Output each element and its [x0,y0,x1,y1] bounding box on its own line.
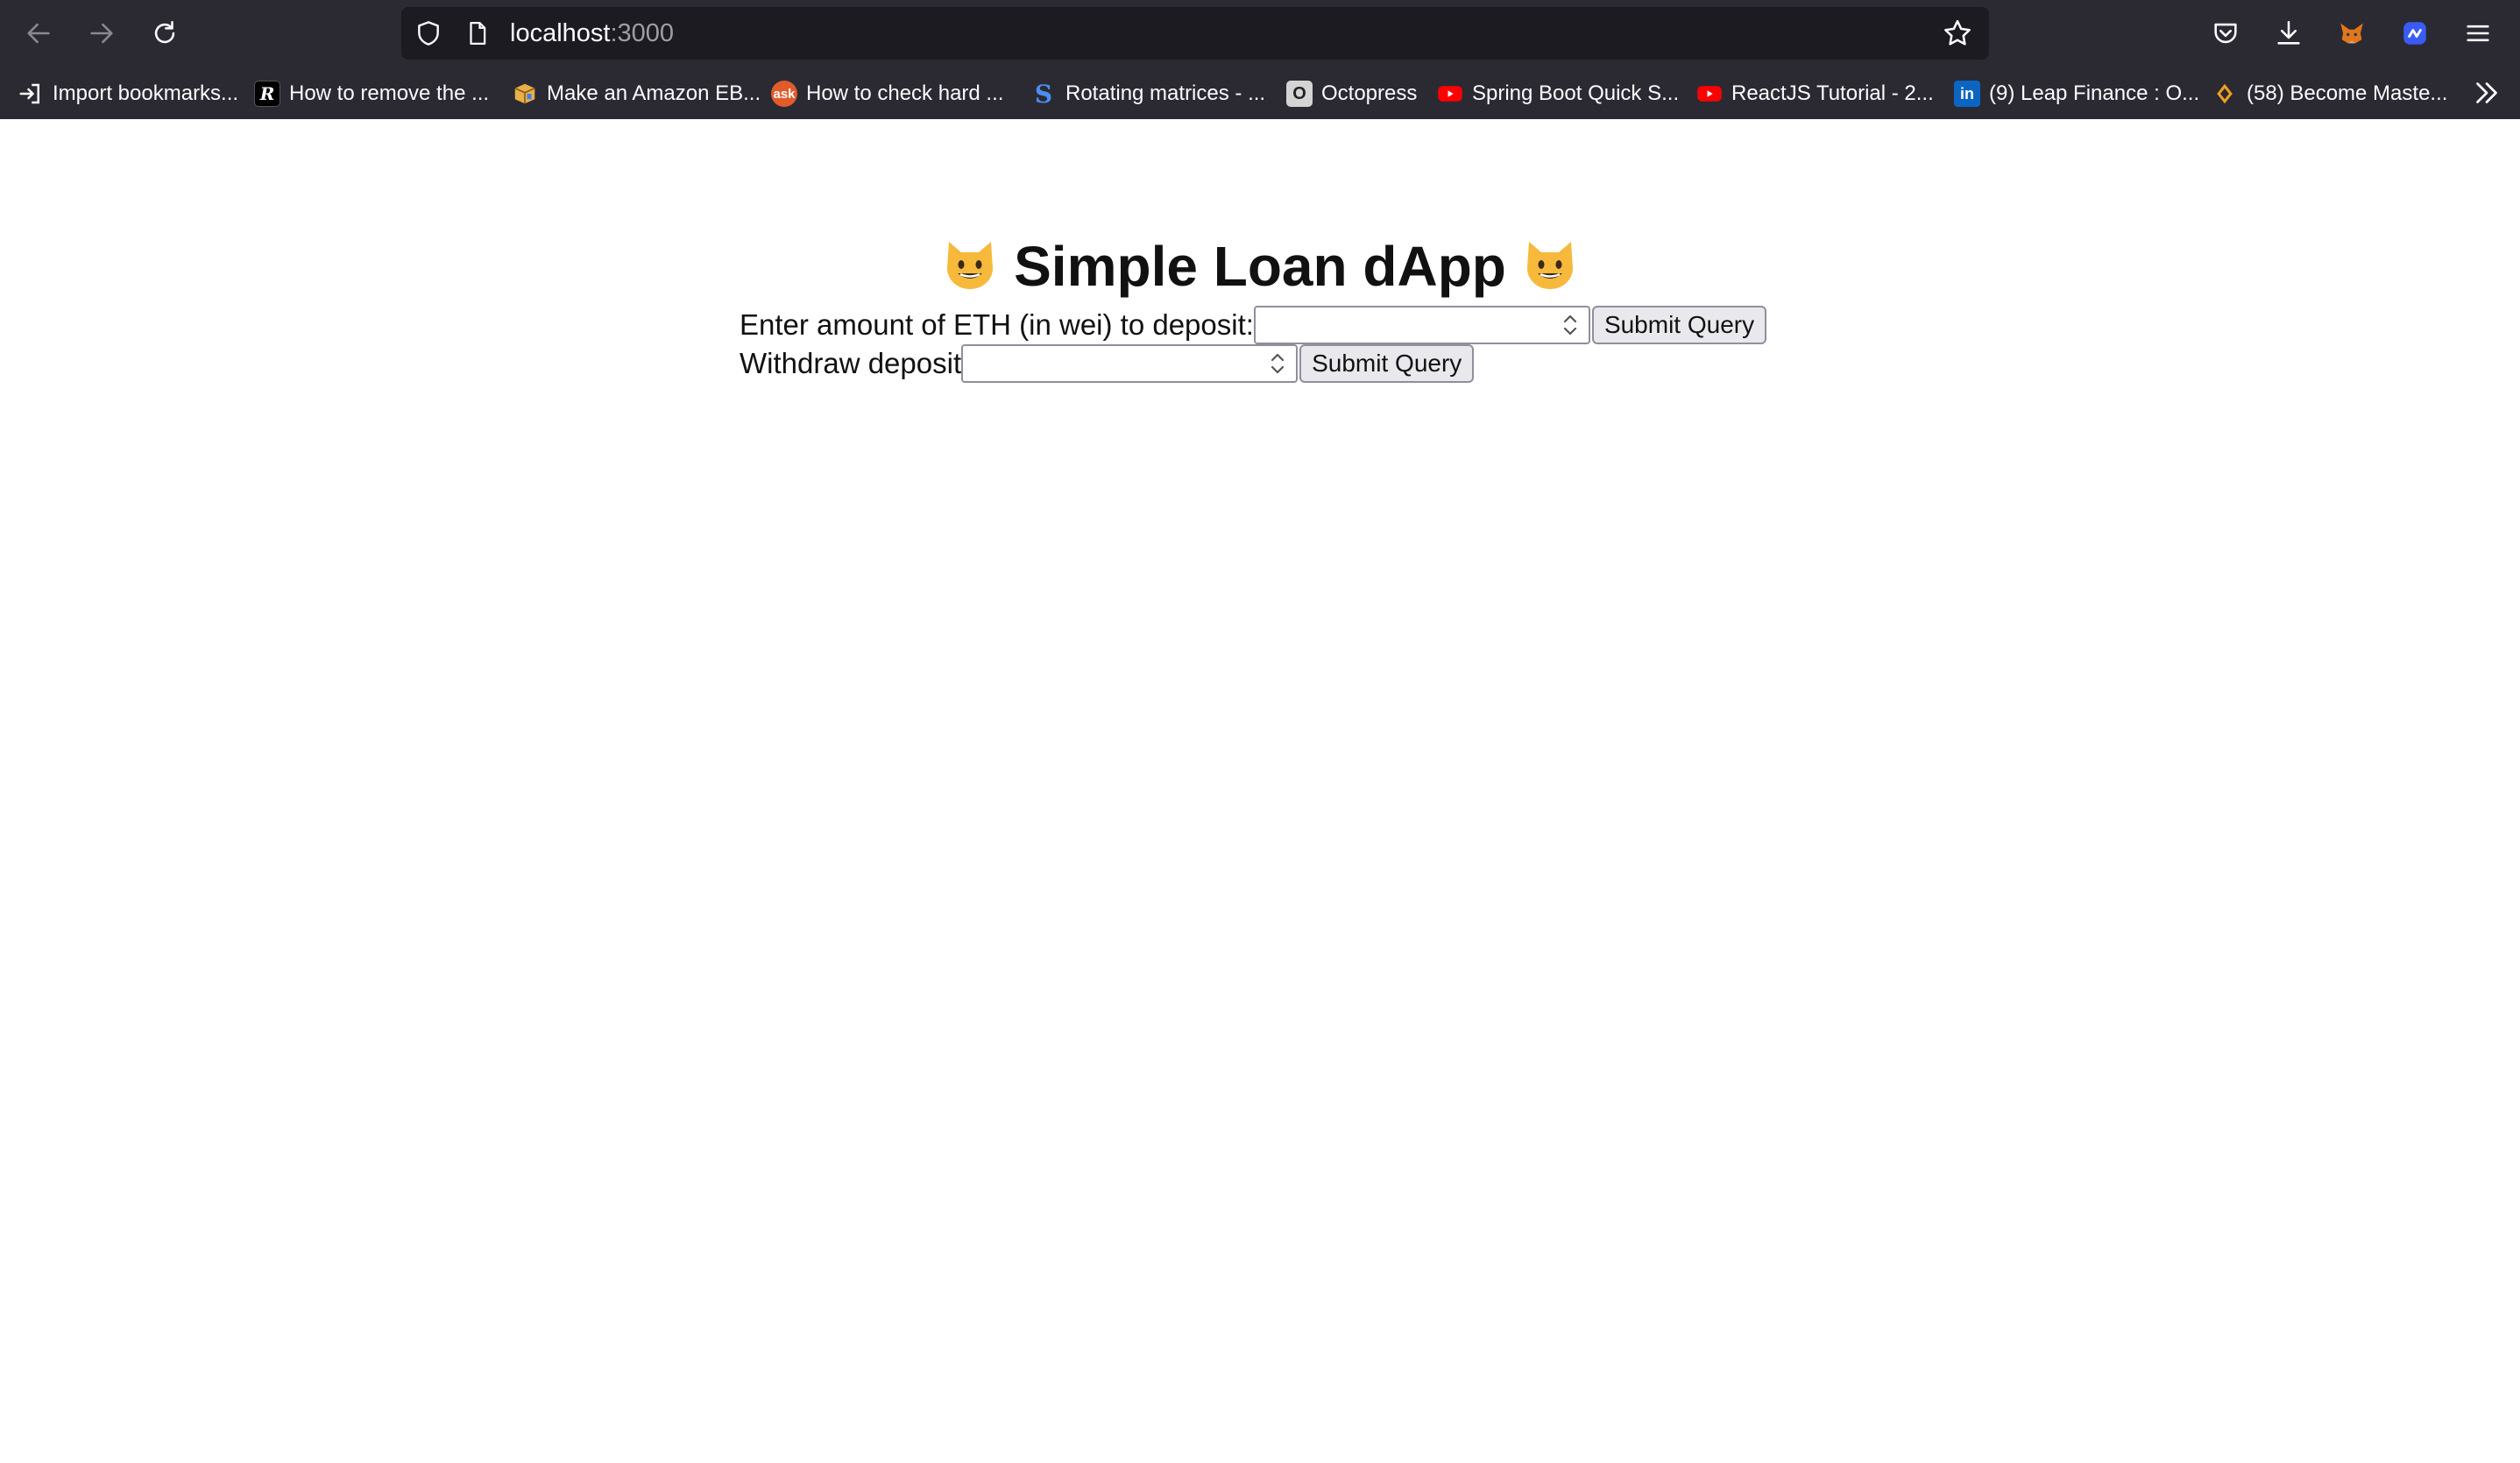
bookmark-label: Octopress [1321,81,1418,105]
shield-icon[interactable] [414,18,443,48]
bookmark-item[interactable]: (58) Become Maste... [2212,75,2447,112]
bookmark-label: How to remove the ... [289,81,490,105]
bookmark-label: Rotating matrices - ... [1065,81,1266,105]
withdraw-label: Withdraw deposit [740,347,962,379]
deposit-label: Enter amount of ETH (in wei) to deposit: [740,308,1254,341]
bookmark-item[interactable]: S Rotating matrices - ... [1030,75,1265,112]
bookmarks-toolbar: Import bookmarks... R How to remove the … [0,75,2520,112]
star-icon[interactable] [1942,18,1973,49]
bookmark-item[interactable]: Make an Amazon EB... [512,75,761,112]
s-logo-icon: S [1034,79,1053,109]
grinning-cat-icon [947,242,994,289]
bookmark-label: Make an Amazon EB... [547,81,761,105]
deposit-form: Enter amount of ETH (in wei) to deposit:… [740,305,1767,345]
bookmark-item[interactable]: R How to remove the ... [254,75,489,112]
youtube-icon [1437,81,1463,107]
withdraw-form: Withdraw deposit Submit Query [740,343,1475,384]
menu-icon[interactable] [2457,12,2499,54]
bookmark-item[interactable]: O Octopress [1286,75,1417,112]
reload-icon[interactable] [144,12,186,54]
page-title: Simple Loan dApp [0,231,2520,301]
bookmark-favicon-icon [2212,81,2238,107]
bookmark-label: ReactJS Tutorial - 2... [1731,81,1934,105]
bookmark-item[interactable]: ask How to check hard ... [771,75,1003,112]
grinning-cat-icon [1526,242,1573,289]
youtube-icon [1696,81,1723,107]
bookmark-label: (58) Become Maste... [2247,81,2448,105]
chevron-double-right-icon[interactable] [2471,77,2502,109]
page-title-text: Simple Loan dApp [1014,235,1506,298]
url-host: localhost [510,19,611,47]
url-bar[interactable]: localhost:3000 [401,7,1989,60]
octopress-icon: O [1286,81,1313,107]
bookmark-label: Spring Boot Quick S... [1472,81,1680,105]
spinner-arrows-icon[interactable] [1264,350,1291,378]
page-icon[interactable] [463,18,492,48]
bookmark-label: (9) Leap Finance : O... [1989,81,2200,105]
ask-icon: ask [771,81,797,107]
bookmark-item[interactable]: Spring Boot Quick S... [1437,75,1679,112]
withdraw-amount-input[interactable] [961,344,1299,383]
withdraw-submit-button[interactable]: Submit Query [1299,344,1475,383]
bookmark-label: How to check hard ... [806,81,1004,105]
bookmark-item[interactable]: ReactJS Tutorial - 2... [1696,75,1934,112]
box-icon [512,81,538,107]
deposit-amount-input[interactable] [1253,306,1590,344]
pocket-icon[interactable] [2205,12,2247,54]
spinner-arrows-icon[interactable] [1557,311,1583,339]
withdraw-amount-field[interactable] [963,346,1297,381]
browser-toolbar: localhost:3000 [0,0,2520,67]
forward-arrow-icon[interactable] [81,12,123,54]
bookmark-label: Import bookmarks... [53,81,239,105]
import-icon [18,81,44,107]
bookmark-item[interactable]: in (9) Leap Finance : O... [1954,75,2199,112]
deposit-amount-field[interactable] [1255,307,1589,343]
bookmark-item[interactable]: Import bookmarks... [18,75,238,112]
linkedin-icon: in [1954,81,1980,107]
url-port: :3000 [610,19,675,47]
download-icon[interactable] [2268,12,2310,54]
page-content: Simple Loan dApp Enter amount of ETH (in… [0,119,2520,1463]
extension-icon[interactable] [2394,12,2436,54]
deposit-submit-button[interactable]: Submit Query [1591,306,1767,344]
back-arrow-icon[interactable] [18,12,60,54]
url-text[interactable]: localhost:3000 [510,7,674,60]
browser-chrome: localhost:3000 Import bookmarks... R How… [0,0,2520,119]
r-logo-icon: R [254,81,280,107]
metamask-fox-icon[interactable] [2331,12,2373,54]
